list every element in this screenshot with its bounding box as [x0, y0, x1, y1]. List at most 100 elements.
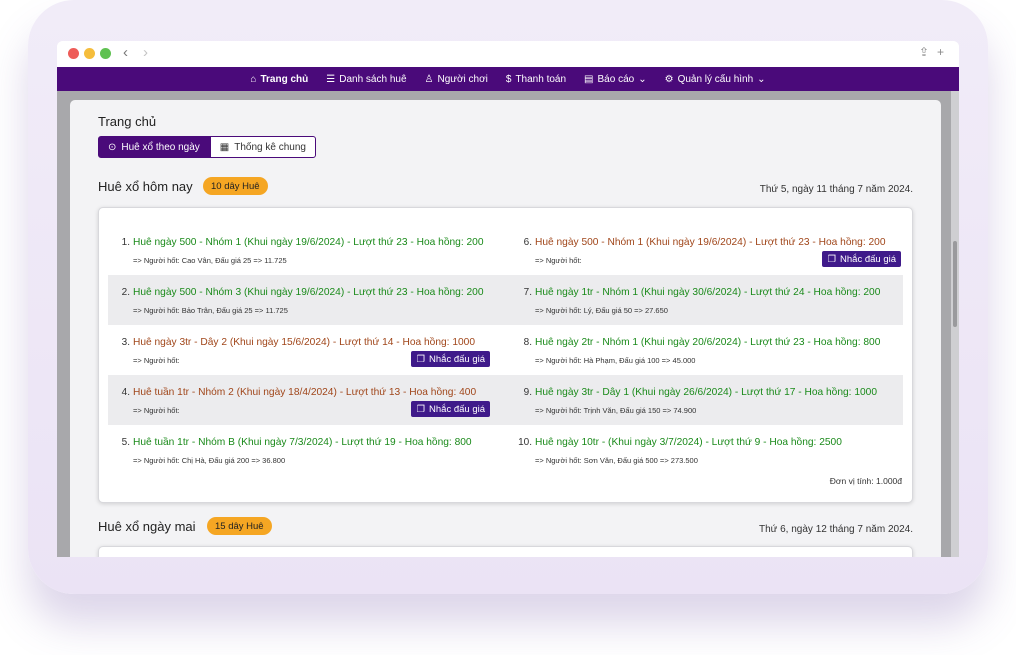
list-item[interactable]: 4. Huê tuần 1tr - Nhóm 2 (Khui ngày 18/4… [108, 375, 498, 425]
table-row: 3. Huê ngày 3tr - Dây 2 (Khui ngày 15/6/… [108, 325, 903, 375]
list-item[interactable]: 7. Huê ngày 1tr - Nhóm 1 (Khui ngày 30/6… [510, 275, 900, 325]
list-item[interactable]: 10. Huê ngày 10tr - (Khui ngày 3/7/2024)… [510, 425, 900, 475]
gear-icon: ⚙ [664, 73, 674, 85]
list-item[interactable]: 2. Huê ngày 500 - Nhóm 3 (Khui ngày 19/6… [108, 275, 498, 325]
calculator-icon: ▦ [219, 141, 230, 153]
item-number: 9. [523, 387, 532, 398]
nav-item-list[interactable]: ☰ Danh sách huê [326, 74, 406, 85]
item-winner: => Người hốt: Chị Hà, Đấu giá 200 => 36.… [133, 456, 286, 465]
nav-item-players[interactable]: ♙ Người chơi [425, 74, 488, 85]
card-tomorrow [98, 546, 913, 557]
nav-item-reports[interactable]: ▤ Báo cáo ⌄ [584, 74, 647, 85]
payment-icon: $ [505, 73, 512, 85]
item-title: Huê ngày 500 - Nhóm 1 (Khui ngày 19/6/20… [535, 237, 886, 248]
nav-label: Trang chủ [260, 73, 309, 85]
item-winner: => Người hốt: [133, 406, 180, 415]
item-number: 8. [523, 337, 532, 348]
item-title: Huê ngày 500 - Nhóm 1 (Khui ngày 19/6/20… [133, 237, 484, 248]
main-panel: Trang chủ ⊙ Huê xổ theo ngày ▦ Thống kê … [70, 100, 941, 557]
report-icon: ▤ [584, 73, 594, 85]
clock-icon: ⊙ [108, 141, 117, 153]
user-icon: ♙ [424, 73, 434, 85]
item-winner: => Người hốt: [535, 256, 582, 265]
item-number: 7. [523, 287, 532, 298]
item-number: 3. [121, 337, 130, 348]
item-title: Huê ngày 10tr - (Khui ngày 3/7/2024) - L… [535, 437, 842, 448]
top-navbar: ⌂ Trang chủ ☰ Danh sách huê ♙ Người chơi… [57, 67, 959, 91]
date-tomorrow: Thứ 6, ngày 12 tháng 7 năm 2024. [758, 524, 913, 535]
page-title: Trang chủ [98, 114, 157, 129]
home-icon: ⌂ [250, 73, 257, 85]
item-title: Huê tuần 1tr - Nhóm B (Khui ngày 7/3/202… [133, 437, 472, 448]
item-number: 1. [121, 237, 130, 248]
count-badge-tomorrow: 15 dây Huê [207, 517, 272, 535]
section-title-tomorrow: Huê xổ ngày mai [98, 519, 196, 534]
tab-daily[interactable]: ⊙ Huê xổ theo ngày [98, 136, 210, 158]
item-winner: => Người hốt: Hà Phạm, Đấu giá 100 => 45… [535, 356, 696, 365]
scrollbar-thumb[interactable] [953, 241, 957, 327]
item-winner: => Người hốt: Sơn Văn, Đấu giá 500 => 27… [535, 456, 698, 465]
tab-label: Huê xổ theo ngày [121, 141, 200, 153]
nav-item-home[interactable]: ⌂ Trang chủ [250, 74, 308, 85]
item-title: Huê tuần 1tr - Nhóm 2 (Khui ngày 18/4/20… [133, 387, 477, 398]
item-title: Huê ngày 1tr - Nhóm 1 (Khui ngày 30/6/20… [535, 287, 881, 298]
minimize-window-button[interactable] [84, 48, 95, 59]
item-winner: => Người hốt: Cao Vân, Đấu giá 25 => 11.… [133, 256, 287, 265]
table-row: 4. Huê tuần 1tr - Nhóm 2 (Khui ngày 18/4… [108, 375, 903, 425]
remind-auction-button[interactable]: ❐ Nhắc đấu giá [411, 401, 490, 417]
remind-auction-button[interactable]: ❐ Nhắc đấu giá [411, 351, 490, 367]
list-item[interactable]: 6. Huê ngày 500 - Nhóm 1 (Khui ngày 19/6… [510, 225, 901, 275]
nav-label: Báo cáo [597, 73, 635, 85]
button-label: Nhắc đấu giá [429, 403, 485, 415]
item-number: 5. [121, 437, 130, 448]
tab-bar: ⊙ Huê xổ theo ngày ▦ Thống kê chung [98, 136, 316, 158]
close-window-button[interactable] [68, 48, 79, 59]
count-badge-today: 10 dây Huê [203, 177, 268, 195]
copy-icon: ❐ [416, 403, 426, 415]
remind-auction-button[interactable]: ❐ Nhắc đấu giá [822, 251, 901, 267]
chevron-down-icon: ⌄ [757, 73, 766, 85]
item-number: 4. [121, 387, 130, 398]
copy-icon: ❐ [827, 253, 837, 265]
nav-label: Người chơi [437, 73, 488, 85]
browser-window: ‹ › ⇪ + ⌂ Trang chủ ☰ Danh sách huê ♙ Ng… [57, 41, 959, 557]
table-row: 2. Huê ngày 500 - Nhóm 3 (Khui ngày 19/6… [108, 275, 903, 325]
item-number: 10. [518, 437, 532, 448]
item-winner: => Người hốt: Trịnh Văn, Đấu giá 150 => … [535, 406, 697, 415]
nav-label: Danh sách huê [339, 73, 407, 85]
title-bar: ‹ › ⇪ + [57, 41, 959, 67]
item-title: Huê ngày 2tr - Nhóm 1 (Khui ngày 20/6/20… [535, 337, 881, 348]
list-item[interactable]: 1. Huê ngày 500 - Nhóm 1 (Khui ngày 19/6… [108, 225, 498, 275]
list-item[interactable]: 9. Huê ngày 3tr - Dây 1 (Khui ngày 26/6/… [510, 375, 900, 425]
item-title: Huê ngày 500 - Nhóm 3 (Khui ngày 19/6/20… [133, 287, 484, 298]
tab-label: Thống kê chung [234, 141, 306, 153]
new-tab-icon[interactable]: + [937, 45, 944, 59]
back-arrow-icon[interactable]: ‹ [123, 44, 128, 61]
button-label: Nhắc đấu giá [429, 353, 485, 365]
item-number: 2. [121, 287, 130, 298]
forward-arrow-icon[interactable]: › [143, 44, 148, 61]
item-winner: => Người hốt: Lý, Đấu giá 50 => 27.650 [535, 306, 668, 315]
list-item[interactable]: 3. Huê ngày 3tr - Dây 2 (Khui ngày 15/6/… [108, 325, 498, 375]
nav-label: Thanh toán [515, 73, 567, 85]
share-icon[interactable]: ⇪ [919, 45, 929, 59]
unit-note: Đơn vị tính: 1.000đ [829, 476, 902, 486]
section-title-today: Huê xổ hôm nay [98, 179, 193, 194]
copy-icon: ❐ [416, 353, 426, 365]
card-today: 1. Huê ngày 500 - Nhóm 1 (Khui ngày 19/6… [98, 207, 913, 503]
item-number: 6. [523, 237, 532, 248]
list-item[interactable]: 5. Huê tuần 1tr - Nhóm B (Khui ngày 7/3/… [108, 425, 498, 475]
table-row: 5. Huê tuần 1tr - Nhóm B (Khui ngày 7/3/… [108, 425, 903, 475]
nav-label: Quản lý cấu hình [677, 73, 754, 85]
item-winner: => Người hốt: [133, 356, 180, 365]
list-item[interactable]: 8. Huê ngày 2tr - Nhóm 1 (Khui ngày 20/6… [510, 325, 900, 375]
nav-item-payment[interactable]: $ Thanh toán [506, 74, 566, 85]
date-today: Thứ 5, ngày 11 tháng 7 năm 2024. [759, 184, 913, 195]
button-label: Nhắc đấu giá [840, 253, 896, 265]
tab-statistics[interactable]: ▦ Thống kê chung [209, 136, 316, 158]
nav-item-settings[interactable]: ⚙ Quản lý cấu hình ⌄ [665, 74, 766, 85]
chevron-down-icon: ⌄ [638, 73, 647, 85]
maximize-window-button[interactable] [100, 48, 111, 59]
item-winner: => Người hốt: Bảo Trân, Đấu giá 25 => 11… [133, 306, 288, 315]
item-title: Huê ngày 3tr - Dây 1 (Khui ngày 26/6/202… [535, 387, 877, 398]
